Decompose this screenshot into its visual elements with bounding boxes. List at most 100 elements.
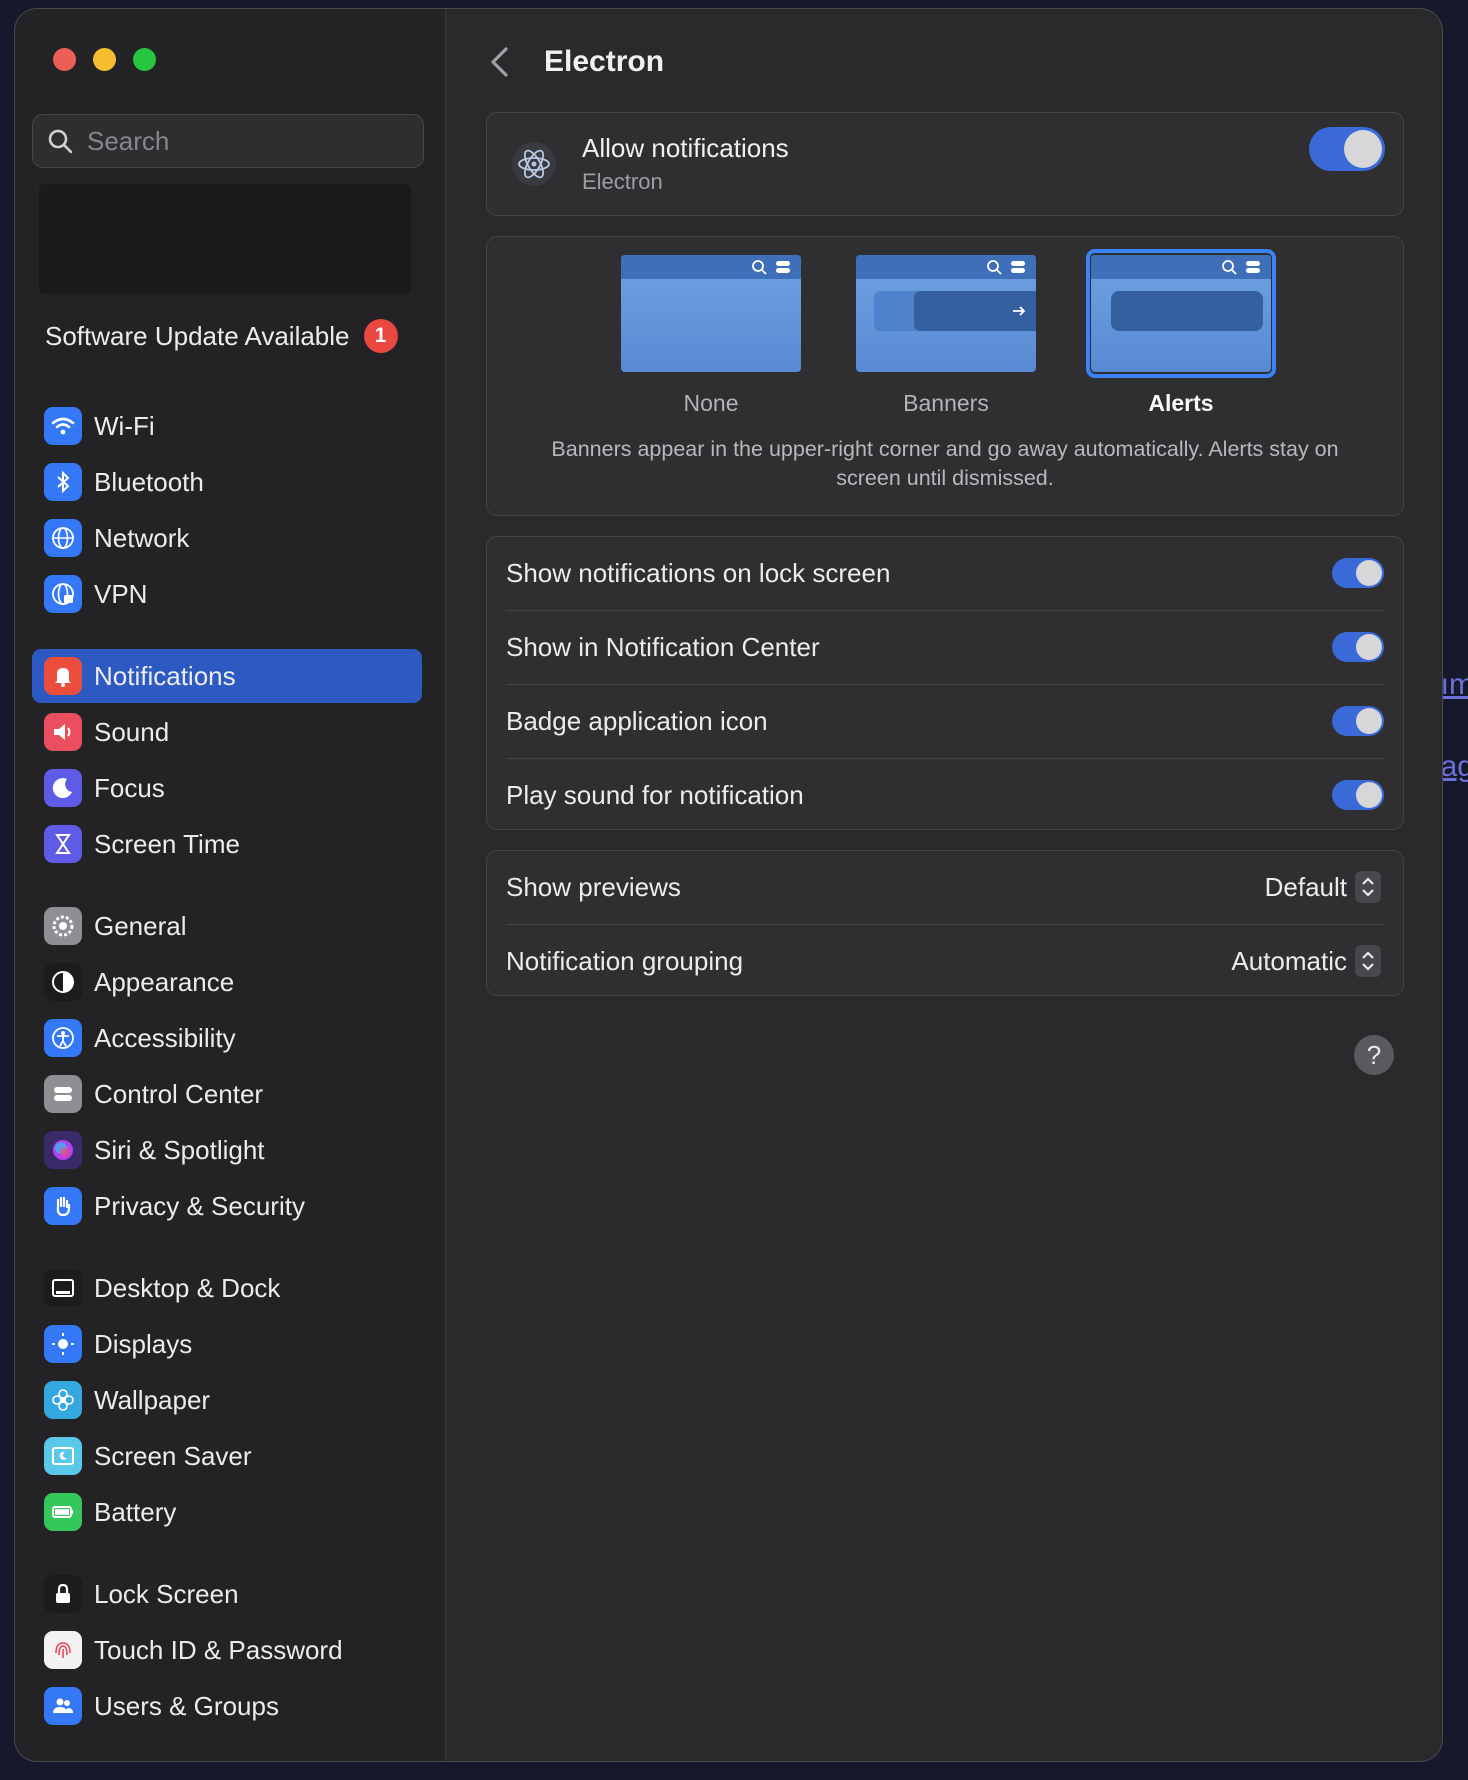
moon-icon [44,769,82,807]
sidebar-item-notifications[interactable]: Notifications [32,649,422,703]
help-button[interactable]: ? [1354,1035,1394,1075]
fingerprint-icon [44,1631,82,1669]
software-update-item[interactable]: Software Update Available 1 [45,319,398,353]
gear-icon [44,907,82,945]
search-field[interactable] [32,114,424,168]
sidebar-item-focus[interactable]: Focus [32,761,422,815]
sidebar-item-label: Lock Screen [94,1578,239,1609]
background-link-fragment[interactable]: ag [1441,750,1468,784]
sidebar-item-label: Displays [94,1328,193,1359]
lock-screen-toggle[interactable] [1332,558,1384,588]
sidebar-item-accessibility[interactable]: Accessibility [32,1011,422,1065]
select-row-label: Show previews [506,872,681,902]
sidebar-item-label: Appearance [94,966,235,997]
page-title: Electron [544,45,665,78]
sidebar-item-desktop-dock[interactable]: Desktop & Dock [32,1261,422,1315]
sidebar-item-lock-screen[interactable]: Lock Screen [32,1567,422,1621]
software-update-label: Software Update Available [45,320,350,351]
flower-icon [44,1381,82,1419]
bell-icon [44,657,82,695]
select-value: Default [1264,871,1347,902]
sidebar-item-siri-spotlight[interactable]: Siri & Spotlight [32,1123,422,1177]
minimize-button[interactable] [93,48,116,71]
select-value: Automatic [1231,945,1347,976]
alerts-preview [1091,255,1271,372]
sidebar-item-general[interactable]: General [32,899,422,953]
allow-notifications-label: Allow notifications [582,133,789,163]
toggle-row-badge: Badge application icon [487,685,1403,758]
hourglass-icon [44,825,82,863]
sidebar-item-label: Wi-Fi [94,410,155,441]
sidebar-item-battery[interactable]: Battery [32,1485,422,1539]
zoom-button[interactable] [133,48,156,71]
sidebar-item-screen-saver[interactable]: Screen Saver [32,1429,422,1483]
select-row-grouping: Notification grouping Automatic [487,925,1403,997]
sidebar-item-users-groups[interactable]: Users & Groups [32,1679,422,1733]
arrow-right-icon [1013,306,1026,316]
show-previews-select[interactable]: Default [1265,871,1381,903]
style-option-none[interactable]: None [621,255,801,417]
toggle-row-sound: Play sound for notification [487,759,1403,831]
sidebar-item-displays[interactable]: Displays [32,1317,422,1371]
account-area[interactable] [39,184,411,294]
sidebar-item-control-center[interactable]: Control Center [32,1067,422,1121]
select-row-previews: Show previews Default [487,851,1403,924]
speaker-icon [44,713,82,751]
control-center-icon [1246,261,1260,273]
bluetooth-icon [44,463,82,501]
toggle-row-label: Badge application icon [506,706,768,736]
sidebar-item-label: Siri & Spotlight [94,1134,265,1165]
sidebar-item-privacy-security[interactable]: Privacy & Security [32,1179,422,1233]
search-input[interactable] [85,124,409,158]
sidebar-item-label: Battery [94,1496,177,1527]
search-icon [1222,260,1237,275]
window-controls [53,48,156,71]
sidebar-item-wi-fi[interactable]: Wi-Fi [32,399,422,453]
screen-saver-icon [44,1437,82,1475]
close-button[interactable] [53,48,76,71]
background-link-fragment[interactable]: ım [1441,668,1468,702]
sidebar-item-label: Notifications [94,660,236,691]
sidebar-item-wallpaper[interactable]: Wallpaper [32,1373,422,1427]
sidebar-item-label: Screen Time [94,828,240,859]
allow-notifications-toggle[interactable] [1309,127,1385,171]
sidebar-item-bluetooth[interactable]: Bluetooth [32,455,422,509]
style-option-banners[interactable]: Banners [856,255,1036,417]
style-option-alerts[interactable]: Alerts [1086,249,1276,417]
notification-grouping-select[interactable]: Automatic [1231,945,1381,977]
control-center-icon [1011,261,1025,273]
play-sound-toggle[interactable] [1332,780,1384,810]
notification-center-toggle[interactable] [1332,632,1384,662]
badge-icon-toggle[interactable] [1332,706,1384,736]
up-down-chevron-icon [1355,871,1381,903]
users-icon [44,1687,82,1725]
up-down-chevron-icon [1355,945,1381,977]
sidebar-item-label: Touch ID & Password [94,1634,343,1665]
alert-style-card: None Banners Alerts Banners appear in th… [486,236,1404,516]
accessibility-icon [44,1019,82,1057]
sidebar-item-touch-id-password[interactable]: Touch ID & Password [32,1623,422,1677]
sidebar-item-label: Network [94,522,190,553]
update-count-badge: 1 [363,319,398,353]
preview-grouping-card: Show previews Default Notification group… [486,850,1404,996]
sidebar-item-sound[interactable]: Sound [32,705,422,759]
sidebar-item-label: Wallpaper [94,1384,211,1415]
sidebar-item-label: Control Center [94,1078,264,1109]
allow-notifications-card: Allow notifications Electron [486,112,1404,216]
toggle-row-label: Show in Notification Center [506,632,820,662]
back-chevron-icon[interactable] [486,44,512,80]
none-preview [621,255,801,372]
sidebar-item-screen-time[interactable]: Screen Time [32,817,422,871]
search-icon [987,260,1002,275]
search-icon [48,129,73,154]
sidebar-item-appearance[interactable]: Appearance [32,955,422,1009]
sidebar: Software Update Available 1 Wi-Fi Bluetoo… [15,9,446,1761]
sidebar-item-vpn[interactable]: VPN [32,567,422,621]
toggle-row-lock-screen: Show notifications on lock screen [487,537,1403,610]
settings-window: Software Update Available 1 Wi-Fi Bluetoo… [15,9,1442,1761]
sidebar-item-network[interactable]: Network [32,511,422,565]
battery-icon [44,1493,82,1531]
toggle-row-label: Show notifications on lock screen [506,558,891,588]
sidebar-item-label: Privacy & Security [94,1190,305,1221]
detail-pane: Electron Allow notifications Electron No… [446,9,1442,1761]
